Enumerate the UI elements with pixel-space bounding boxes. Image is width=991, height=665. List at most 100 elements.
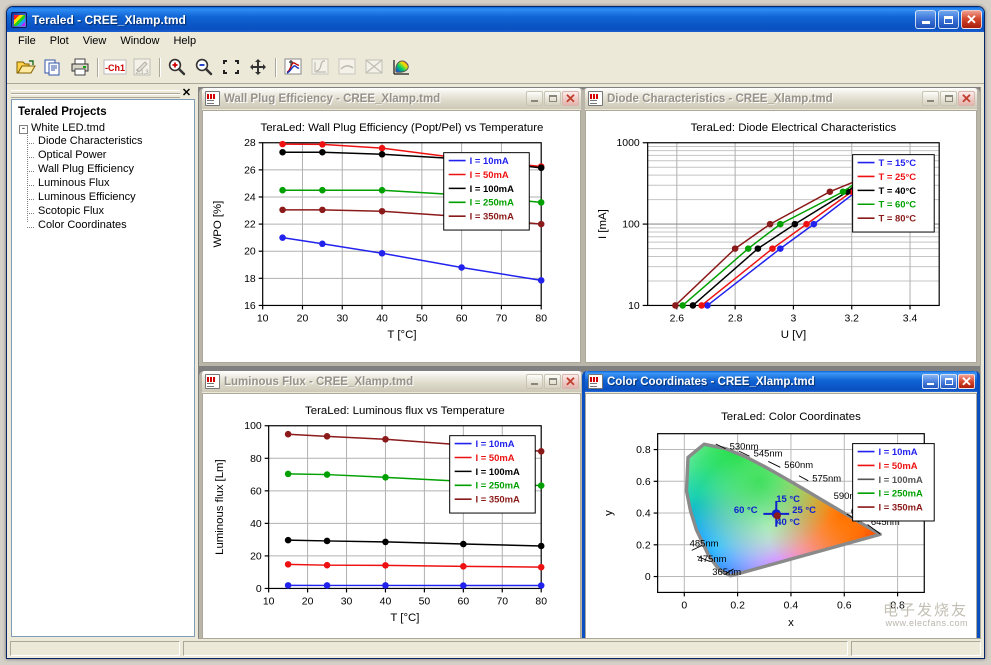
- toolbar: -Ch1 2,1,3: [7, 51, 984, 84]
- svg-text:80: 80: [535, 313, 547, 324]
- probe-table-icon[interactable]: 2,1,3: [129, 54, 155, 80]
- svg-text:0.2: 0.2: [730, 600, 745, 611]
- project-tree[interactable]: Teraled Projects - White LED.tmd Diode C…: [11, 99, 195, 637]
- tree-item-diode-characteristics[interactable]: Diode Characteristics: [27, 134, 190, 148]
- menu-view[interactable]: View: [76, 33, 114, 49]
- svg-text:60: 60: [456, 313, 468, 324]
- svg-text:I = 50mA: I = 50mA: [476, 452, 515, 463]
- panel-grip[interactable]: ✕: [11, 87, 195, 99]
- spectrum-x-icon[interactable]: [361, 54, 387, 80]
- ch1-icon[interactable]: -Ch1: [102, 54, 128, 80]
- svg-text:485nm: 485nm: [690, 537, 719, 548]
- efficiency-curve-icon[interactable]: [334, 54, 360, 80]
- mdi-close-button[interactable]: ✕: [562, 374, 579, 389]
- diode-curve-icon[interactable]: [280, 54, 306, 80]
- svg-text:0.2: 0.2: [636, 540, 651, 551]
- window-diode-characteristics[interactable]: Diode Characteristics - CREE_Xlamp.tmd ✕…: [582, 88, 980, 366]
- menu-help[interactable]: Help: [166, 33, 203, 49]
- svg-text:60: 60: [458, 596, 470, 607]
- window-color-coordinates[interactable]: Color Coordinates - CREE_Xlamp.tmd ✕ Ter…: [582, 371, 980, 639]
- mdi-close-button[interactable]: ✕: [958, 91, 975, 106]
- tree-item-luminous-flux[interactable]: Luminous Flux: [27, 176, 190, 190]
- svg-text:0: 0: [645, 572, 651, 583]
- zoom-out-icon[interactable]: [191, 54, 217, 80]
- open-folder-icon[interactable]: [13, 54, 39, 80]
- svg-text:I = 50mA: I = 50mA: [879, 460, 918, 471]
- mdi-maximize-button[interactable]: [544, 374, 561, 389]
- svg-text:T = 25°C: T = 25°C: [879, 171, 917, 182]
- mdi-title-bar[interactable]: Color Coordinates - CREE_Xlamp.tmd ✕: [585, 371, 977, 392]
- flux-curve-icon[interactable]: [307, 54, 333, 80]
- tree-item-wall-plug-efficiency[interactable]: Wall Plug Efficiency: [27, 162, 190, 176]
- tree-root-node[interactable]: - White LED.tmd: [19, 122, 190, 134]
- panel-close-icon[interactable]: ✕: [180, 88, 193, 99]
- client-area: ✕ Teraled Projects - White LED.tmd Diode…: [7, 84, 984, 639]
- tree-item-scotopic-flux[interactable]: Scotopic Flux: [27, 204, 190, 218]
- svg-text:3: 3: [791, 313, 797, 324]
- menu-file[interactable]: File: [11, 33, 43, 49]
- svg-text:I = 350mA: I = 350mA: [476, 494, 521, 505]
- tree-title: Teraled Projects: [18, 106, 190, 118]
- tree-item-optical-power[interactable]: Optical Power: [27, 148, 190, 162]
- mdi-close-button[interactable]: ✕: [562, 91, 579, 106]
- svg-text:60 °C: 60 °C: [734, 504, 758, 515]
- svg-text:0.6: 0.6: [837, 600, 852, 611]
- title-bar: Teraled - CREE_Xlamp.tmd ✕: [7, 7, 984, 32]
- mdi-minimize-button[interactable]: [526, 91, 543, 106]
- tree-children: Diode Characteristics Optical Power Wall…: [27, 134, 190, 232]
- plot-canvas-wall-plug-efficiency[interactable]: TeraLed: Wall Plug Efficiency (Popt/Pel)…: [202, 110, 581, 363]
- mdi-close-button[interactable]: ✕: [958, 374, 975, 389]
- close-button[interactable]: ✕: [961, 10, 982, 29]
- svg-text:0.4: 0.4: [636, 509, 651, 520]
- menu-window[interactable]: Window: [113, 33, 166, 49]
- svg-text:T [°C]: T [°C]: [390, 612, 419, 624]
- fit-to-window-icon[interactable]: [218, 54, 244, 80]
- svg-text:TeraLed: Diode Electrical Char: TeraLed: Diode Electrical Characteristic…: [691, 122, 897, 134]
- plot-canvas-luminous-flux[interactable]: TeraLed: Luminous flux vs Temperature102…: [202, 393, 581, 639]
- svg-text:T [°C]: T [°C]: [387, 329, 416, 341]
- status-pane-1: [10, 641, 180, 656]
- svg-text:I = 50mA: I = 50mA: [470, 169, 509, 180]
- application-window: Teraled - CREE_Xlamp.tmd ✕ File Plot Vie…: [6, 6, 985, 659]
- mdi-title-bar[interactable]: Wall Plug Efficiency - CREE_Xlamp.tmd ✕: [202, 88, 581, 109]
- mdi-minimize-button[interactable]: [526, 374, 543, 389]
- svg-text:545nm: 545nm: [754, 448, 783, 459]
- svg-text:0: 0: [681, 600, 687, 611]
- copy-icon[interactable]: [40, 54, 66, 80]
- status-bar: [7, 639, 984, 658]
- svg-text:20: 20: [297, 313, 309, 324]
- window-wall-plug-efficiency[interactable]: Wall Plug Efficiency - CREE_Xlamp.tmd ✕ …: [199, 88, 584, 366]
- svg-text:15 °C: 15 °C: [776, 493, 800, 504]
- toolbar-separator-3: [272, 56, 279, 78]
- mdi-title-bar[interactable]: Luminous Flux - CREE_Xlamp.tmd ✕: [202, 371, 581, 392]
- svg-text:26: 26: [244, 165, 256, 176]
- zoom-in-icon[interactable]: [164, 54, 190, 80]
- svg-text:30: 30: [341, 596, 353, 607]
- mdi-title-bar[interactable]: Diode Characteristics - CREE_Xlamp.tmd ✕: [585, 88, 977, 109]
- svg-text:40: 40: [250, 519, 262, 530]
- mdi-maximize-button[interactable]: [940, 91, 957, 106]
- svg-text:TeraLed: Wall Plug Efficiency: TeraLed: Wall Plug Efficiency (Popt/Pel)…: [260, 122, 543, 134]
- mdi-minimize-button[interactable]: [922, 374, 939, 389]
- plot-canvas-diode-characteristics[interactable]: TeraLed: Diode Electrical Characteristic…: [585, 110, 977, 363]
- mdi-minimize-button[interactable]: [922, 91, 939, 106]
- svg-text:T = 15°C: T = 15°C: [879, 157, 917, 168]
- plot-canvas-color-coordinates[interactable]: TeraLed: Color Coordinates00.20.40.60.80…: [585, 393, 977, 639]
- mdi-window-title: Luminous Flux - CREE_Xlamp.tmd: [224, 376, 526, 388]
- mdi-window-controls: ✕: [526, 374, 579, 389]
- mdi-maximize-button[interactable]: [940, 374, 957, 389]
- mdi-maximize-button[interactable]: [544, 91, 561, 106]
- svg-text:70: 70: [496, 313, 508, 324]
- pan-move-icon[interactable]: [245, 54, 271, 80]
- status-pane-2: [183, 641, 848, 656]
- minimize-button[interactable]: [915, 10, 936, 29]
- svg-text:475nm: 475nm: [698, 553, 727, 564]
- tree-item-luminous-efficiency[interactable]: Luminous Efficiency: [27, 190, 190, 204]
- cie-chromaticity-icon[interactable]: [388, 54, 414, 80]
- tree-item-color-coordinates[interactable]: Color Coordinates: [27, 218, 190, 232]
- printer-icon[interactable]: [67, 54, 93, 80]
- window-luminous-flux[interactable]: Luminous Flux - CREE_Xlamp.tmd ✕ TeraLed…: [199, 371, 584, 639]
- svg-text:40 °C: 40 °C: [776, 516, 800, 527]
- menu-plot[interactable]: Plot: [43, 33, 76, 49]
- restore-button[interactable]: [938, 10, 959, 29]
